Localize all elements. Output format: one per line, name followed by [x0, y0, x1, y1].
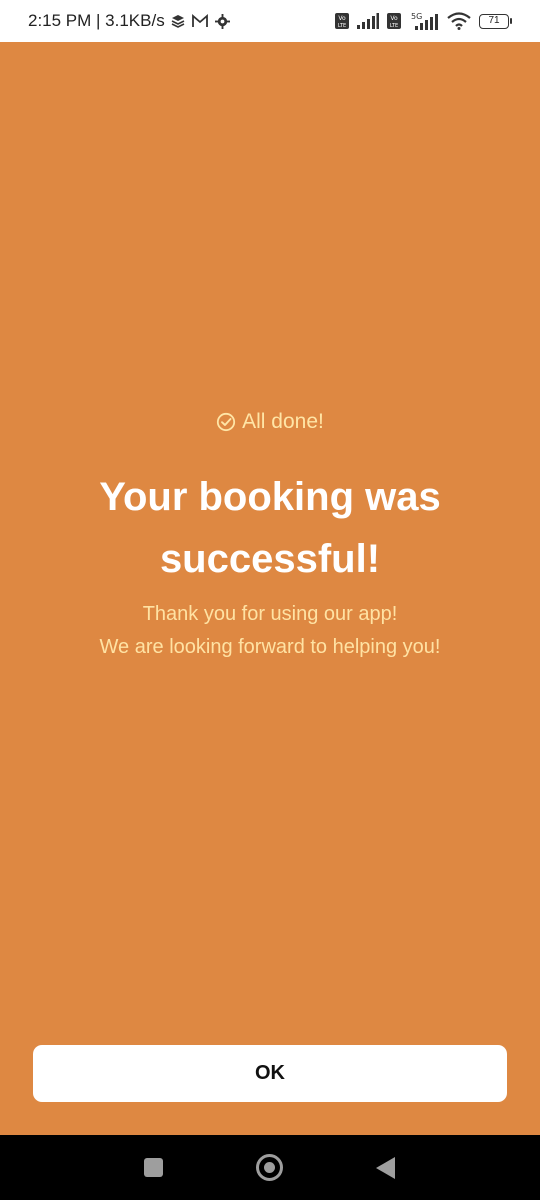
navigation-bar [0, 1135, 540, 1200]
status-left: 2:15 PM | 3.1KB/s [28, 11, 230, 31]
svg-text:LTE: LTE [390, 23, 398, 29]
title-line-2: successful! [159, 537, 381, 581]
svg-text:LTE: LTE [338, 23, 346, 29]
battery-level: 71 [479, 13, 509, 29]
subtitle-line-1: Thank you for using our app! [142, 603, 398, 625]
signal-sim1-icon [357, 13, 379, 29]
signal-5g-icon: 5G [409, 12, 439, 30]
volte-sim1-icon: Vo LTE [335, 13, 349, 29]
wifi-icon [447, 12, 471, 30]
thank-you-message: Thank you for using our app! We are look… [0, 598, 540, 664]
subtitle-line-2: We are looking forward to helping you! [99, 636, 441, 658]
svg-text:Vo: Vo [338, 15, 346, 22]
volte-sim2-icon: Vo LTE [387, 13, 401, 29]
check-circle-icon [216, 412, 236, 432]
svg-text:Vo: Vo [390, 15, 398, 22]
all-done-label: All done! [242, 410, 324, 433]
gmail-icon [191, 14, 209, 28]
status-bar: 2:15 PM | 3.1KB/s Vo LTE Vo LTE 5G 71 [0, 0, 540, 42]
all-done-row: All done! [0, 410, 540, 434]
back-icon[interactable] [376, 1157, 395, 1179]
title-line-1: Your booking was [99, 475, 441, 519]
battery-icon: 71 [479, 13, 512, 29]
home-icon[interactable] [256, 1154, 283, 1181]
settings-icon [214, 13, 230, 29]
recents-icon[interactable] [144, 1158, 163, 1177]
status-right: Vo LTE Vo LTE 5G 71 [335, 12, 512, 30]
page-title: Your booking was successful! [0, 466, 540, 590]
status-time: 2:15 PM | 3.1KB/s [28, 11, 165, 30]
booking-success-screen: All done! Your booking was successful! T… [0, 42, 540, 1135]
layers-icon [171, 14, 185, 28]
ok-button[interactable]: OK [33, 1045, 507, 1102]
svg-text:5G: 5G [411, 12, 422, 21]
